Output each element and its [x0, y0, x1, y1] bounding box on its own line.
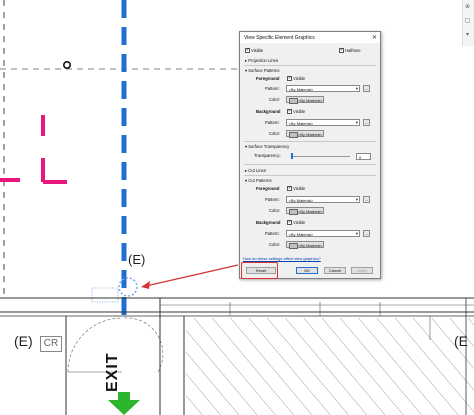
cut-foreground-color-button[interactable]: <By Material> — [286, 207, 324, 215]
cut-background-pattern-browse-button[interactable]: ... — [363, 230, 370, 237]
chevron-down-icon: ▾ — [355, 120, 358, 125]
color-swatch — [288, 98, 298, 104]
surface-background-pattern-browse-button[interactable]: ... — [363, 119, 370, 126]
callout-arrow — [145, 264, 239, 287]
chevron-down-icon: ▾ — [355, 197, 358, 202]
close-icon[interactable]: ✕ — [372, 34, 377, 41]
dialog-titlebar[interactable]: View Specific Element Graphics ✕ — [240, 32, 380, 43]
view-specific-element-graphics-dialog: View Specific Element Graphics ✕ Visible… — [239, 31, 381, 279]
transparency-slider-thumb[interactable] — [290, 153, 293, 159]
divider — [244, 65, 376, 66]
projection-lines-header[interactable]: ▸ Projection Lines — [245, 58, 278, 63]
chevron-down-icon: ▾ — [355, 86, 358, 91]
hatched-floor — [186, 318, 474, 415]
halftone-checkbox[interactable] — [339, 47, 344, 53]
cut-lines-header[interactable]: ▸ Cut Lines — [245, 168, 266, 173]
cut-bg-pattern-label: Pattern: — [265, 231, 280, 236]
divider — [244, 175, 376, 176]
surface-pattern-label: Pattern: — [265, 86, 280, 91]
surface-foreground-color-button[interactable]: <By Material> — [286, 96, 324, 104]
drawing-canvas[interactable] — [0, 0, 474, 415]
selected-element-cluster — [91, 287, 119, 303]
color-swatch — [288, 243, 298, 249]
exit-arrow — [108, 400, 140, 415]
exit-arrow-stem — [118, 392, 130, 401]
cut-pattern-label: Pattern: — [265, 197, 280, 202]
color-swatch — [288, 209, 298, 215]
door-swing — [123, 317, 164, 373]
transparency-input[interactable]: 0 — [356, 153, 371, 160]
surface-foreground-pattern-select[interactable]: <By Material> ▾ — [286, 85, 360, 92]
surface-background-pattern-select[interactable]: <By Material> ▾ — [286, 119, 360, 126]
cut-lines-label: Cut Lines — [248, 168, 266, 173]
cut-foreground-pattern-browse-button[interactable]: ... — [363, 196, 370, 203]
cancel-button[interactable]: Cancel — [324, 267, 346, 274]
cut-bg-color-label: Color: — [269, 242, 281, 247]
surface-background-visible-label: Visible — [293, 109, 306, 114]
cut-foreground-visible-label: Visible — [293, 186, 306, 191]
callout-arrowhead — [141, 281, 150, 289]
halftone-label: Halftone — [345, 48, 361, 53]
surface-transparency-label: Surface Transparency — [248, 144, 290, 149]
cut-foreground-label: Foreground — [256, 186, 280, 191]
color-swatch — [288, 132, 298, 138]
chevron-down-icon[interactable]: ▾ — [464, 32, 471, 39]
surface-bg-pattern-label: Pattern: — [265, 120, 280, 125]
surface-foreground-visible-checkbox[interactable] — [287, 75, 292, 81]
cut-color-label: Color: — [269, 208, 281, 213]
apply-button[interactable]: Apply — [351, 267, 373, 274]
visible-label: Visible — [251, 48, 264, 53]
surface-background-label: Background — [256, 109, 281, 114]
ok-button[interactable]: OK — [296, 267, 318, 274]
zoom-icon[interactable]: ⊕ — [464, 4, 471, 11]
label-e-right: (E — [454, 333, 468, 349]
label-exit: EXIT — [104, 352, 121, 392]
chevron-down-icon: ▾ — [355, 231, 358, 236]
cut-background-color-button[interactable]: <By Material> — [286, 241, 324, 249]
cut-background-label: Background — [256, 220, 281, 225]
pan-icon[interactable]: ▢ — [464, 18, 471, 25]
surface-foreground-visible-label: Visible — [293, 76, 306, 81]
cut-background-visible-label: Visible — [293, 220, 306, 225]
surface-color-label: Color: — [269, 97, 281, 102]
divider — [244, 164, 376, 165]
help-link[interactable]: How do these settings affect view graphi… — [243, 256, 321, 261]
surface-background-color-button[interactable]: <By Material> — [286, 130, 324, 138]
projection-lines-label: Projection Lines — [248, 58, 279, 63]
surface-patterns-label: Surface Patterns — [248, 68, 280, 73]
label-e-left: (E) — [14, 333, 33, 349]
surface-patterns-header[interactable]: ▾ Surface Patterns — [245, 68, 279, 73]
label-e-top: (E) — [128, 252, 146, 267]
surface-foreground-label: Foreground — [256, 76, 280, 81]
visible-checkbox[interactable] — [245, 47, 250, 53]
surface-background-visible-checkbox[interactable] — [287, 108, 292, 114]
cut-foreground-visible-checkbox[interactable] — [287, 185, 292, 191]
reset-highlight-box — [241, 262, 278, 279]
surface-foreground-pattern-browse-button[interactable]: ... — [363, 85, 370, 92]
cut-foreground-pattern-select[interactable]: <By Material> ▾ — [286, 196, 360, 203]
cut-patterns-label: Cut Patterns — [248, 178, 272, 183]
surface-bg-color-label: Color: — [269, 131, 281, 136]
transparency-label: Transparency: — [254, 153, 281, 158]
transparency-slider[interactable] — [292, 156, 350, 157]
divider — [244, 141, 376, 142]
cut-patterns-header[interactable]: ▾ Cut Patterns — [245, 178, 272, 183]
dialog-title: View Specific Element Graphics — [244, 35, 315, 41]
cut-background-visible-checkbox[interactable] — [287, 219, 292, 225]
grid-marker — [62, 60, 71, 69]
label-cr: CR — [40, 336, 62, 352]
surface-transparency-header[interactable]: ▾ Surface Transparency — [245, 144, 289, 149]
cut-background-pattern-select[interactable]: <By Material> ▾ — [286, 230, 360, 237]
